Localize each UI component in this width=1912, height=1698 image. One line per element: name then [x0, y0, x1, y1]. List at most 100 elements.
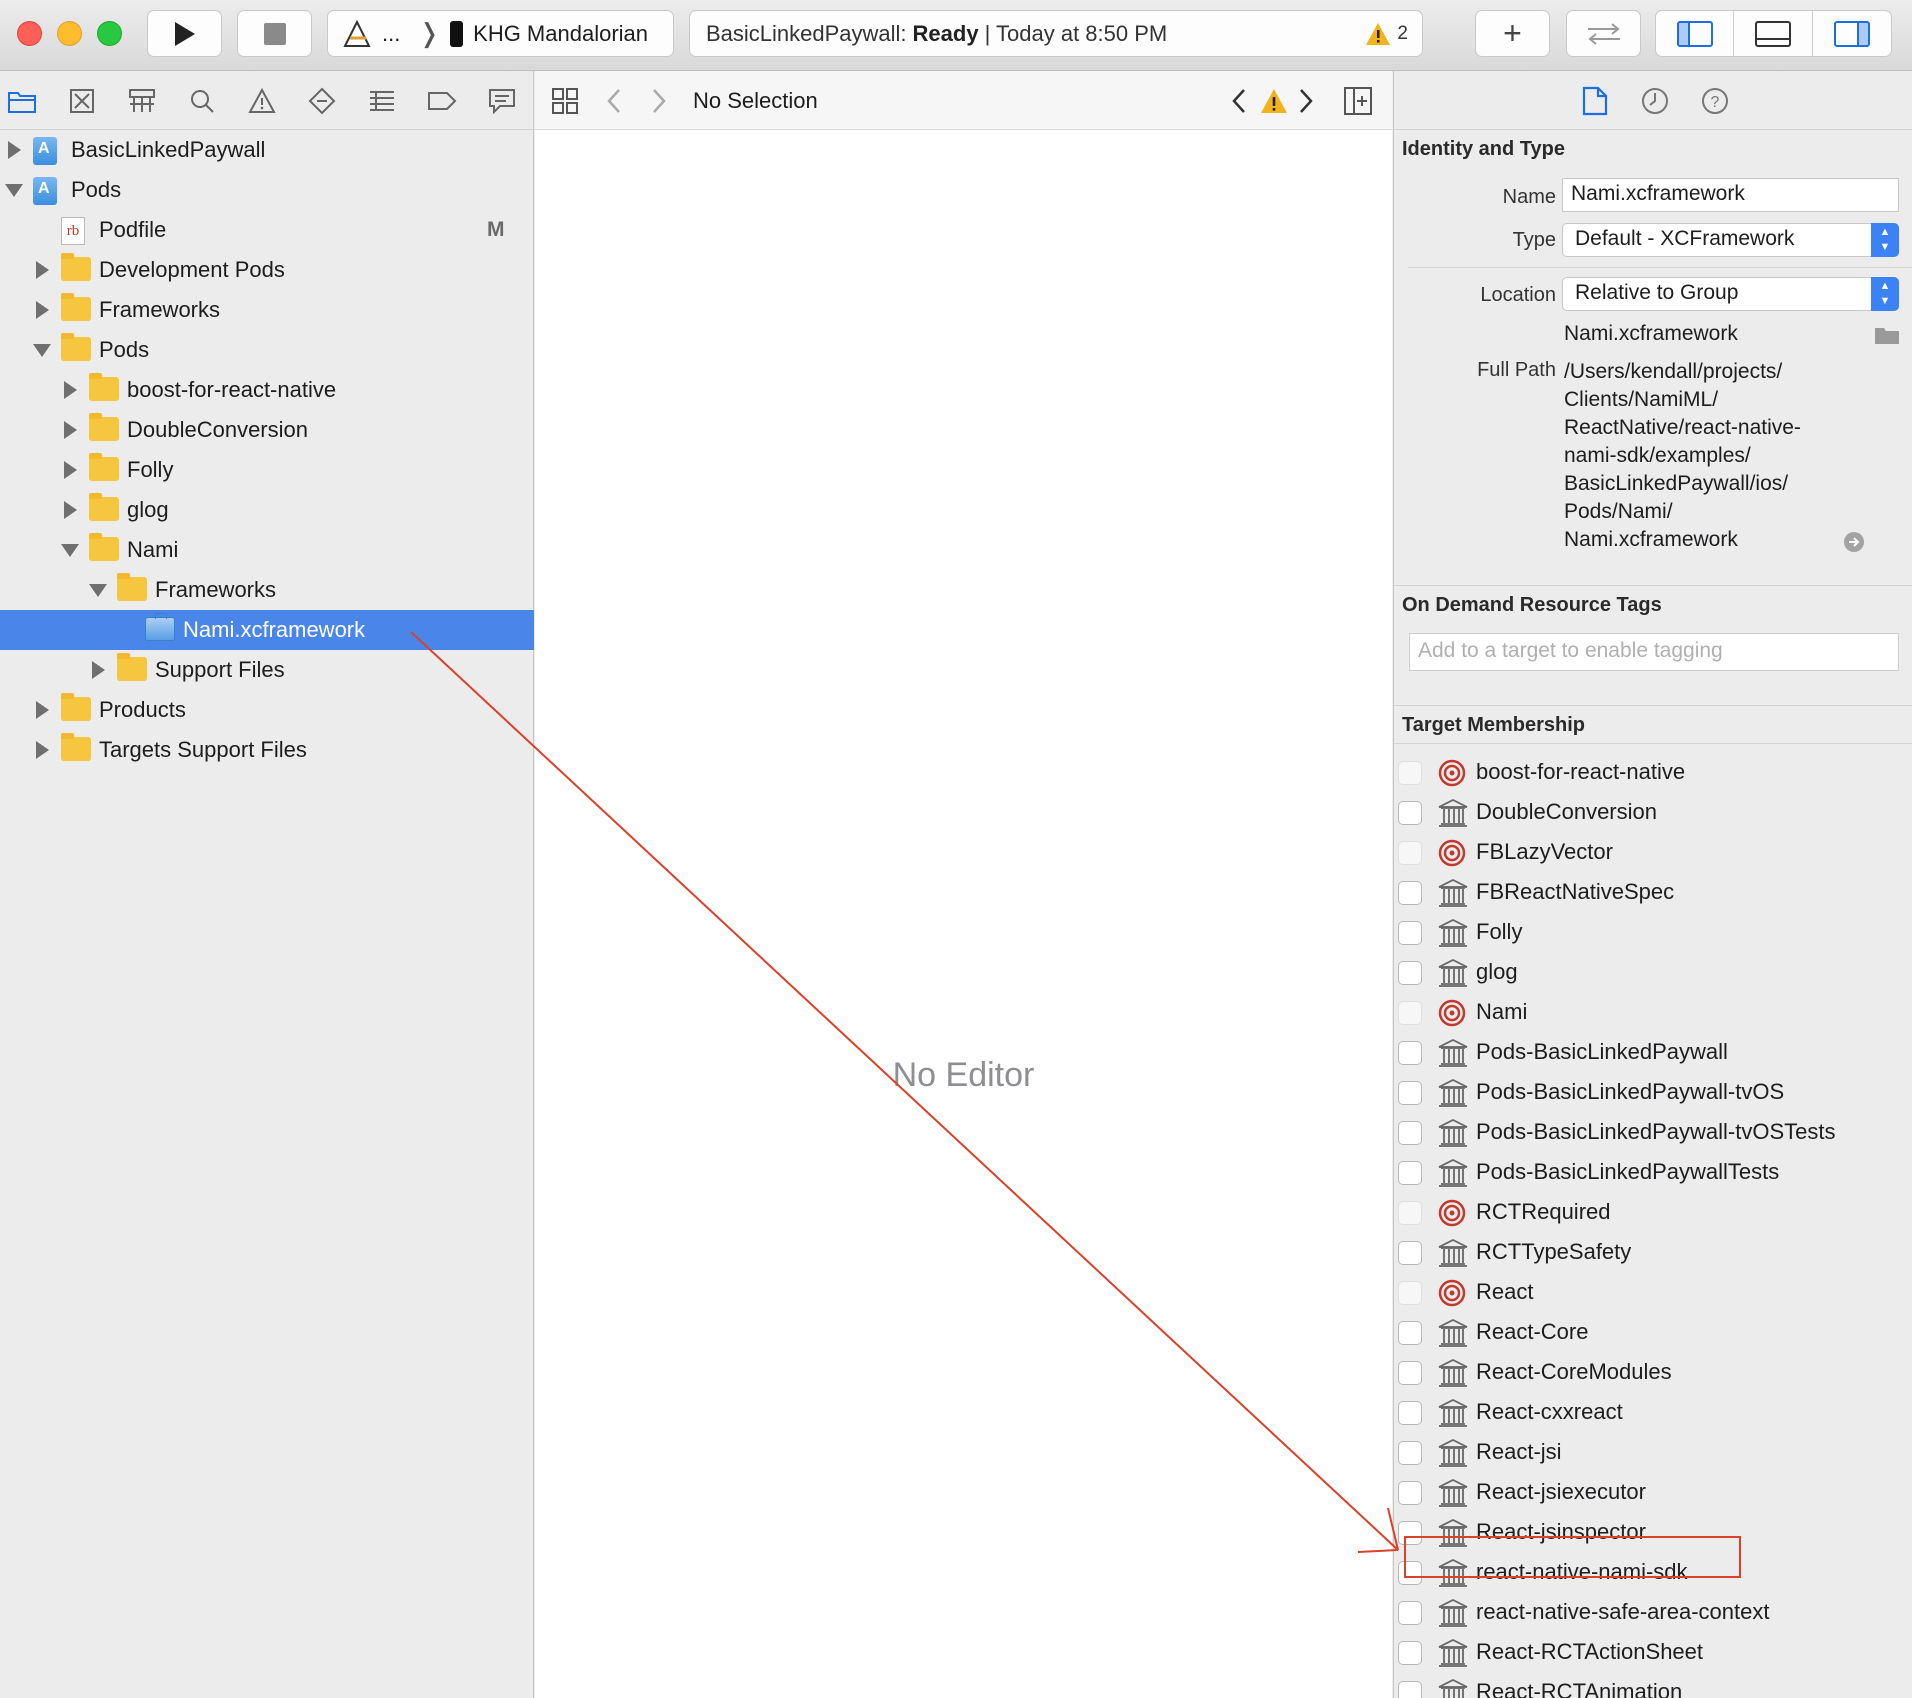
target-checkbox[interactable] — [1398, 1601, 1422, 1625]
zoom-window-button[interactable] — [97, 21, 122, 46]
disclosure-right-icon[interactable] — [61, 501, 79, 519]
project-navigator-panel: BasicLinkedPaywall Pods rb Podfile M Developm… — [0, 71, 534, 1698]
target-checkbox[interactable] — [1398, 1401, 1422, 1425]
source-control-icon[interactable] — [66, 85, 98, 117]
issue-warning-icon[interactable] — [1260, 85, 1288, 117]
minimize-window-button[interactable] — [57, 21, 82, 46]
jump-bar-path[interactable]: No Selection — [693, 85, 818, 117]
library-button[interactable]: + — [1475, 10, 1550, 57]
disclosure-down-icon[interactable] — [33, 341, 51, 359]
next-issue-chevron-icon[interactable] — [1297, 85, 1315, 117]
name-field[interactable]: Nami.xcframework — [1562, 178, 1899, 212]
scheme-selector[interactable]: ... ❭ KHG Mandalorian — [327, 10, 674, 57]
disclosure-down-icon[interactable] — [61, 541, 79, 559]
tree-row[interactable]: rb Podfile M — [0, 210, 534, 250]
code-review-button[interactable] — [1566, 10, 1641, 57]
search-icon[interactable] — [186, 85, 218, 117]
toggle-debug-area-button[interactable] — [1734, 11, 1813, 56]
tree-row[interactable]: Folly — [0, 450, 534, 490]
tree-row[interactable]: Pods — [0, 170, 534, 210]
target-checkbox[interactable] — [1398, 1481, 1422, 1505]
previous-issue-chevron-icon[interactable] — [1230, 85, 1248, 117]
disclosure-right-icon[interactable] — [33, 701, 51, 719]
target-membership-row: React-cxxreact — [1394, 1393, 1912, 1433]
disclosure-right-icon[interactable] — [33, 301, 51, 319]
target-checkbox[interactable] — [1398, 1001, 1422, 1025]
target-checkbox[interactable] — [1398, 1241, 1422, 1265]
disclosure-right-icon[interactable] — [89, 661, 107, 679]
reveal-arrow-icon[interactable] — [1842, 530, 1866, 559]
disclosure-right-icon[interactable] — [61, 381, 79, 399]
target-checkbox[interactable] — [1398, 1641, 1422, 1665]
target-checkbox[interactable] — [1398, 1041, 1422, 1065]
folder-icon[interactable] — [6, 85, 38, 117]
tree-row[interactable]: Targets Support Files — [0, 730, 534, 770]
target-checkbox[interactable] — [1398, 1441, 1422, 1465]
target-checkbox[interactable] — [1398, 801, 1422, 825]
disclosure-down-icon[interactable] — [5, 181, 23, 199]
tree-row[interactable]: glog — [0, 490, 534, 530]
tree-row[interactable]: boost-for-react-native — [0, 370, 534, 410]
close-window-button[interactable] — [17, 21, 42, 46]
tree-row[interactable]: DoubleConversion — [0, 410, 534, 450]
type-popup[interactable]: Default - XCFramework ▲ ▼ — [1562, 223, 1899, 257]
target-checkbox[interactable] — [1398, 921, 1422, 945]
target-checkbox[interactable] — [1398, 1201, 1422, 1225]
target-checkbox[interactable] — [1398, 1561, 1422, 1585]
history-clock-icon[interactable] — [1640, 86, 1670, 116]
tree-row[interactable]: Frameworks — [0, 290, 534, 330]
file-name-text: Nami.xcframework — [1564, 322, 1738, 345]
target-checkbox[interactable] — [1398, 1081, 1422, 1105]
tree-row[interactable]: Nami — [0, 530, 534, 570]
debug-list-icon[interactable] — [366, 85, 398, 117]
target-membership-row: Folly — [1394, 913, 1912, 953]
add-editor-split-icon[interactable] — [1343, 85, 1373, 117]
disclosure-right-icon[interactable] — [61, 461, 79, 479]
run-button[interactable] — [147, 10, 222, 57]
popup-arrows-icon: ▲ ▼ — [1871, 223, 1899, 257]
tree-row[interactable]: Pods — [0, 330, 534, 370]
back-chevron-icon[interactable] — [605, 85, 623, 117]
target-checkbox[interactable] — [1398, 1521, 1422, 1545]
stop-button[interactable] — [237, 10, 312, 57]
tree-row[interactable]: BasicLinkedPaywall — [0, 130, 534, 170]
tree-row[interactable]: Support Files — [0, 650, 534, 690]
forward-chevron-icon[interactable] — [650, 85, 668, 117]
target-checkbox[interactable] — [1398, 1681, 1422, 1698]
target-label: React-cxxreact — [1476, 1399, 1623, 1424]
target-checkbox[interactable] — [1398, 841, 1422, 865]
tree-row[interactable]: Development Pods — [0, 250, 534, 290]
breakpoint-icon[interactable] — [426, 85, 458, 117]
disclosure-down-icon[interactable] — [89, 581, 107, 599]
tree-row[interactable]: Frameworks — [0, 570, 534, 610]
tree-row[interactable]: Products — [0, 690, 534, 730]
activity-viewer[interactable]: BasicLinkedPaywall: Ready | Today at 8:5… — [689, 10, 1423, 57]
location-popup[interactable]: Relative to Group ▲ ▼ — [1562, 277, 1899, 311]
odr-tags-field[interactable]: Add to a target to enable tagging — [1409, 633, 1899, 671]
tree-row[interactable]: Nami.xcframework — [0, 610, 534, 650]
disclosure-right-icon[interactable] — [61, 421, 79, 439]
reveal-folder-icon[interactable] — [1874, 325, 1900, 350]
toggle-inspector-button[interactable] — [1813, 11, 1891, 56]
quick-help-question-icon[interactable]: ? — [1700, 86, 1730, 116]
warning-indicator[interactable]: 2 — [1365, 22, 1408, 46]
symbol-navigator-icon[interactable] — [126, 85, 158, 117]
target-checkbox[interactable] — [1398, 1161, 1422, 1185]
disclosure-right-icon[interactable] — [33, 741, 51, 759]
report-message-icon[interactable] — [486, 85, 518, 117]
target-checkbox[interactable] — [1398, 1361, 1422, 1385]
disclosure-right-icon[interactable] — [5, 141, 23, 159]
disclosure-right-icon[interactable] — [33, 261, 51, 279]
toggle-navigator-button[interactable] — [1656, 11, 1735, 56]
target-checkbox[interactable] — [1398, 1281, 1422, 1305]
test-diamond-icon[interactable] — [306, 85, 338, 117]
issue-warning-icon[interactable] — [246, 85, 278, 117]
target-checkbox[interactable] — [1398, 761, 1422, 785]
target-checkbox[interactable] — [1398, 961, 1422, 985]
tree-row-label: Pods — [99, 337, 150, 362]
target-checkbox[interactable] — [1398, 881, 1422, 905]
related-items-grid-icon[interactable] — [551, 85, 579, 117]
file-inspector-document-icon[interactable] — [1580, 86, 1610, 116]
target-checkbox[interactable] — [1398, 1321, 1422, 1345]
target-checkbox[interactable] — [1398, 1121, 1422, 1145]
